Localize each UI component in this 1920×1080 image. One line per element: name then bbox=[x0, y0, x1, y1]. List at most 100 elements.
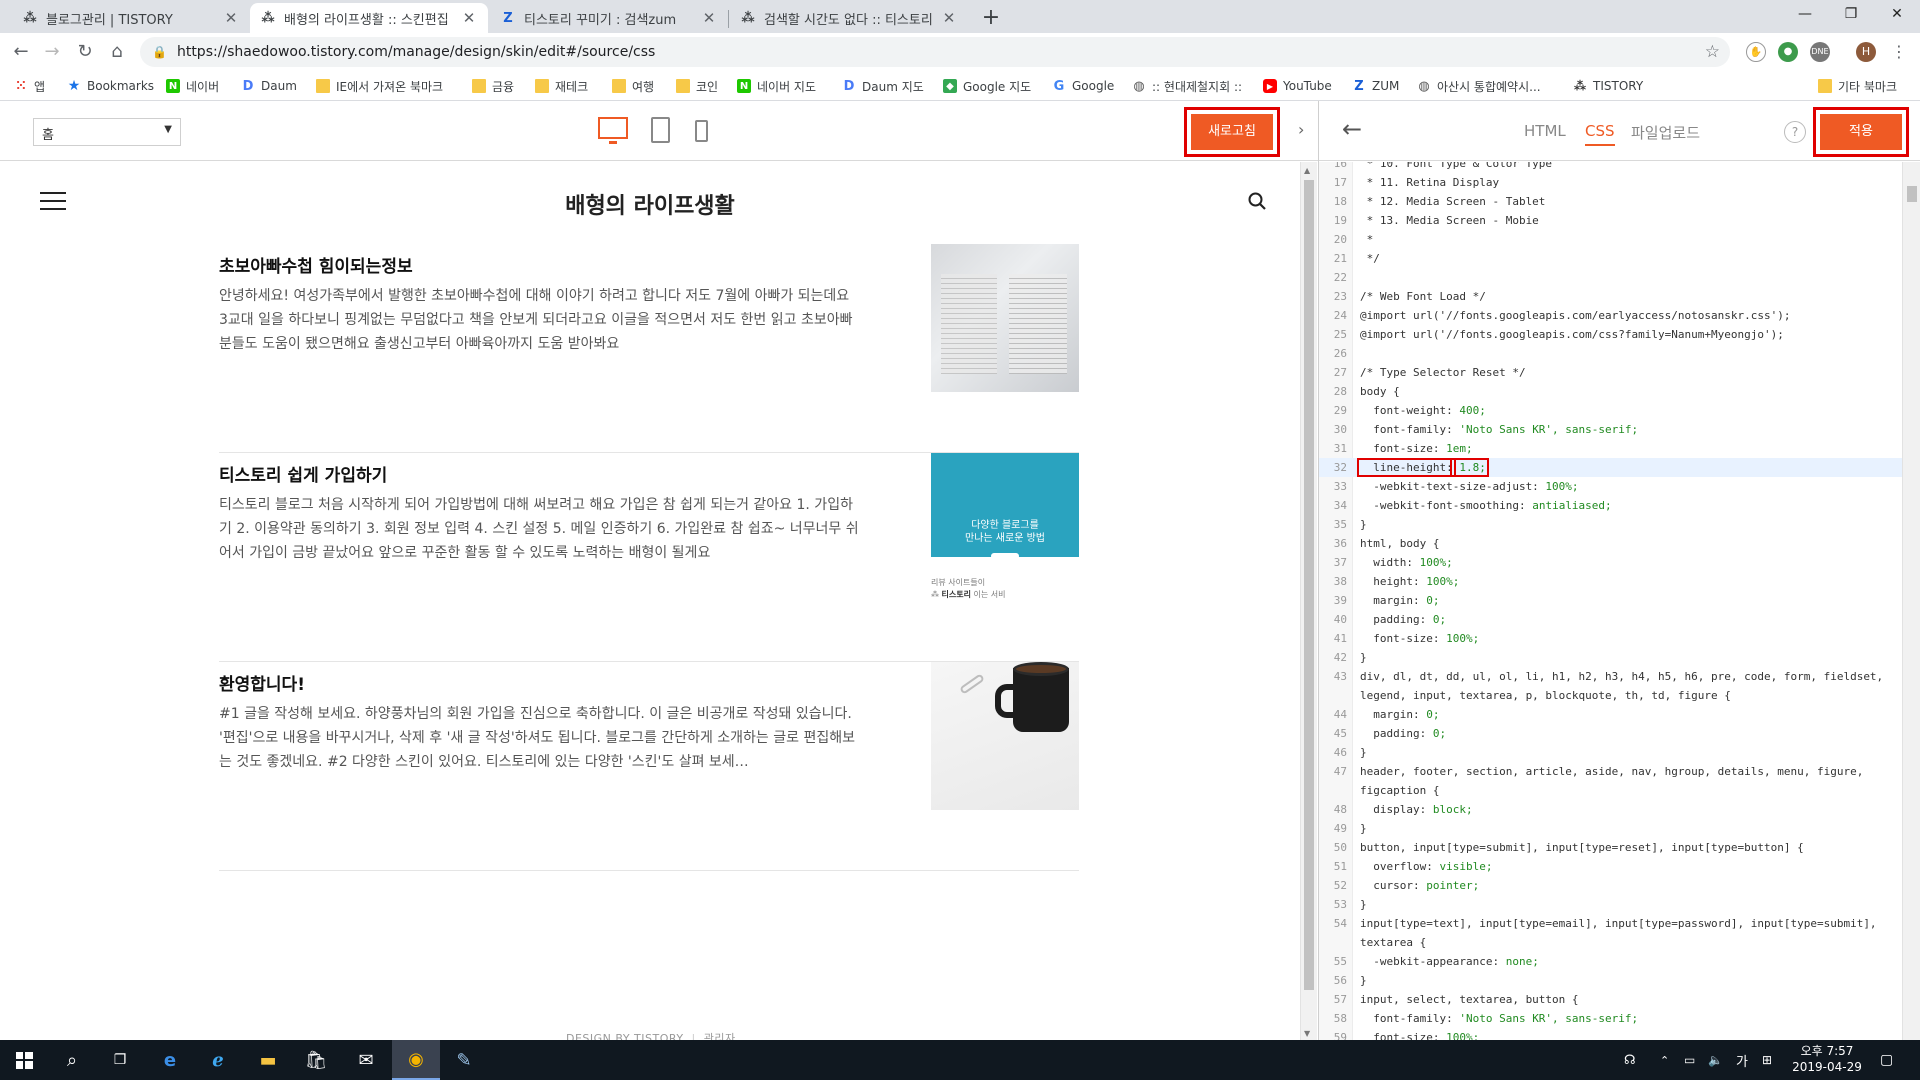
close-icon[interactable]: ✕ bbox=[940, 9, 958, 27]
code-line[interactable]: 18 * 12. Media Screen - Tablet bbox=[1319, 192, 1902, 211]
code-line[interactable]: 34 -webkit-font-smoothing: antialiased; bbox=[1319, 496, 1902, 515]
code-line[interactable]: 46} bbox=[1319, 743, 1902, 762]
code-line[interactable]: 33 -webkit-text-size-adjust: 100%; bbox=[1319, 477, 1902, 496]
internet-explorer-icon[interactable]: ℯ bbox=[194, 1040, 242, 1080]
profile-avatar[interactable]: H bbox=[1856, 42, 1876, 62]
close-window-button[interactable]: ✕ bbox=[1874, 0, 1920, 30]
code-line[interactable]: 54 input[type=text], input[type=email], i… bbox=[1319, 914, 1902, 933]
chevron-right-icon[interactable]: › bbox=[1298, 120, 1304, 139]
post-thumbnail[interactable] bbox=[931, 662, 1079, 810]
code-text[interactable]: } bbox=[1360, 515, 1367, 534]
desktop-view-icon[interactable] bbox=[598, 117, 628, 144]
bookmark-item[interactable]: IE에서 가져온 북마크 bbox=[316, 77, 443, 95]
code-line[interactable]: 51 overflow: visible; bbox=[1319, 857, 1902, 876]
code-text[interactable]: body { bbox=[1360, 382, 1400, 401]
app-icon[interactable]: ✎ bbox=[440, 1040, 488, 1080]
code-line[interactable]: 37 width: 100%; bbox=[1319, 553, 1902, 572]
url-text[interactable]: https://shaedowoo.tistory.com/manage/des… bbox=[177, 44, 655, 60]
clock[interactable]: 오후 7:57 2019-04-29 bbox=[1788, 1043, 1866, 1075]
edge-icon[interactable]: e bbox=[146, 1040, 194, 1080]
scroll-down-icon[interactable]: ▼ bbox=[1304, 1029, 1310, 1038]
bookmark-item[interactable]: ★ Bookmarks bbox=[67, 77, 154, 95]
code-line[interactable]: 19 * 13. Media Screen - Mobie bbox=[1319, 211, 1902, 230]
browser-tab-blog-admin[interactable]: ⁂ 블로그관리 | TISTORY ✕ bbox=[12, 3, 250, 33]
code-text[interactable]: figcaption { bbox=[1360, 781, 1439, 800]
page-select-dropdown[interactable]: 홈 ▼ bbox=[33, 118, 181, 146]
code-line[interactable]: 45 padding: 0; bbox=[1319, 724, 1902, 743]
preview-scrollbar[interactable]: ▲ ▼ bbox=[1300, 162, 1317, 1040]
menu-dots-icon[interactable]: ⋮ bbox=[1886, 39, 1912, 65]
post-item[interactable]: 초보아빠수첩 힘이되는정보 안녕하세요! 여성가족부에서 발행한 초보아빠수첩에… bbox=[219, 244, 1079, 453]
code-text[interactable]: input[type=text], input[type=email], inp… bbox=[1360, 914, 1877, 933]
forward-icon[interactable]: → bbox=[39, 39, 65, 65]
post-title[interactable]: 티스토리 쉽게 가입하기 bbox=[219, 461, 387, 486]
code-text[interactable]: header, footer, section, article, aside,… bbox=[1360, 762, 1863, 781]
refresh-preview-button[interactable]: 새로고침 bbox=[1184, 107, 1280, 157]
bookmark-item[interactable]: N 네이버 지도 bbox=[737, 77, 816, 95]
code-line[interactable]: 40 padding: 0; bbox=[1319, 610, 1902, 629]
code-text[interactable]: textarea { bbox=[1360, 933, 1426, 952]
bookmark-item[interactable]: Z ZUM bbox=[1352, 77, 1399, 95]
blog-title[interactable]: 배형의 라이프생활 bbox=[400, 188, 900, 220]
apply-button[interactable]: 적용 bbox=[1813, 107, 1909, 157]
code-line[interactable]: 27 /* Type Selector Reset */ bbox=[1319, 363, 1902, 382]
code-line[interactable]: 38 height: 100%; bbox=[1319, 572, 1902, 591]
code-text[interactable]: div, dl, dt, dd, ul, ol, li, h1, h2, h3,… bbox=[1360, 667, 1883, 686]
post-item[interactable]: 환영합니다! #1 글을 작성해 보세요. 하양풍차님의 회원 가입을 진심으로… bbox=[219, 662, 1079, 871]
admin-link[interactable]: 관리자 bbox=[704, 1032, 736, 1040]
code-text[interactable]: input, select, textarea, button { bbox=[1360, 990, 1579, 1009]
post-title[interactable]: 환영합니다! bbox=[219, 670, 305, 695]
code-text[interactable]: button, input[type=submit], input[type=r… bbox=[1360, 838, 1804, 857]
bookmark-item[interactable]: 금융 bbox=[472, 77, 514, 95]
tab-css[interactable]: CSS bbox=[1585, 122, 1615, 146]
code-text[interactable]: @import url('//fonts.googleapis.com/css?… bbox=[1360, 325, 1784, 344]
scrollbar-thumb[interactable] bbox=[1907, 186, 1917, 202]
code-text[interactable]: font-size: 1em; bbox=[1360, 439, 1472, 458]
people-icon[interactable]: ☊ bbox=[1624, 1040, 1636, 1080]
bookmark-item[interactable]: G Google bbox=[1052, 77, 1115, 95]
code-line[interactable]: 35} bbox=[1319, 515, 1902, 534]
bookmark-item[interactable]: ⁂ TISTORY bbox=[1573, 77, 1643, 95]
code-text[interactable]: } bbox=[1360, 819, 1367, 838]
bookmark-item[interactable]: 코인 bbox=[676, 77, 718, 95]
code-scrollbar[interactable] bbox=[1902, 162, 1920, 1040]
code-line[interactable]: 53} bbox=[1319, 895, 1902, 914]
code-text[interactable]: -webkit-text-size-adjust: 100%; bbox=[1360, 477, 1578, 496]
code-text[interactable]: @import url('//fonts.googleapis.com/earl… bbox=[1360, 306, 1790, 325]
code-line[interactable]: 55 -webkit-appearance: none; bbox=[1319, 952, 1902, 971]
reload-icon[interactable]: ↻ bbox=[72, 39, 98, 65]
bookmark-item[interactable]: ◆ Google 지도 bbox=[943, 77, 1031, 95]
close-icon[interactable]: ✕ bbox=[700, 9, 718, 27]
code-text[interactable]: * 13. Media Screen - Mobie bbox=[1360, 211, 1539, 230]
code-text[interactable]: font-weight: 400; bbox=[1360, 401, 1486, 420]
tablet-view-icon[interactable] bbox=[651, 117, 670, 143]
browser-tab-skin-edit[interactable]: ⁂ 배형의 라이프생활 :: 스킨편집 ✕ bbox=[250, 3, 488, 33]
code-line[interactable]: 31 font-size: 1em; bbox=[1319, 439, 1902, 458]
minimize-button[interactable]: — bbox=[1782, 0, 1828, 30]
code-line[interactable]: 47 header, footer, section, article, asid… bbox=[1319, 762, 1902, 781]
task-view-icon[interactable]: ❐ bbox=[96, 1040, 144, 1080]
extension-icon[interactable]: ✋ bbox=[1746, 42, 1766, 62]
code-text[interactable]: */ bbox=[1360, 249, 1380, 268]
code-text[interactable]: padding: 0; bbox=[1360, 610, 1446, 629]
code-line[interactable]: 50 button, input[type=submit], input[type… bbox=[1319, 838, 1902, 857]
code-line[interactable]: 28 body { bbox=[1319, 382, 1902, 401]
code-text[interactable]: legend, input, textarea, p, blockquote, … bbox=[1360, 686, 1731, 705]
post-item[interactable]: 티스토리 쉽게 가입하기 티스토리 블로그 처음 시작하게 되어 가입방법에 대… bbox=[219, 453, 1079, 662]
bookmark-item[interactable]: ▶ YouTube bbox=[1263, 77, 1332, 95]
code-line[interactable]: textarea { bbox=[1319, 933, 1902, 952]
code-line[interactable]: 21 */ bbox=[1319, 249, 1902, 268]
code-text[interactable]: overflow: visible; bbox=[1360, 857, 1492, 876]
tab-file-upload[interactable]: 파일업로드 bbox=[1631, 122, 1700, 143]
code-text[interactable]: padding: 0; bbox=[1360, 724, 1446, 743]
bookmark-star-icon[interactable]: ☆ bbox=[1705, 42, 1720, 62]
volume-icon[interactable]: 🔈 bbox=[1708, 1040, 1723, 1080]
code-line[interactable]: 22 bbox=[1319, 268, 1902, 287]
mobile-view-icon[interactable] bbox=[695, 120, 708, 142]
code-text[interactable]: font-family: 'Noto Sans KR', sans-serif; bbox=[1360, 1009, 1638, 1028]
close-icon[interactable]: ✕ bbox=[460, 9, 478, 27]
post-thumbnail[interactable]: 다양한 블로그를 만나는 새로운 방법 bbox=[931, 453, 1079, 557]
file-explorer-icon[interactable]: ▬ bbox=[244, 1040, 292, 1080]
code-line[interactable]: figcaption { bbox=[1319, 781, 1902, 800]
post-title[interactable]: 초보아빠수첩 힘이되는정보 bbox=[219, 252, 413, 277]
